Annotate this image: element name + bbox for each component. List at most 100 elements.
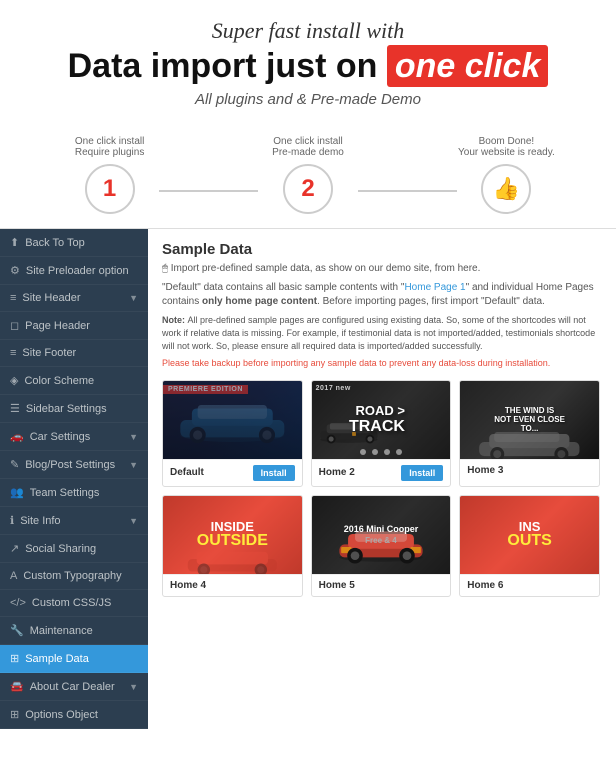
sidebar-label-about: About Car Dealer (30, 681, 115, 693)
step-1-circle: 1 (85, 164, 135, 214)
sample-data-desc-text: Import pre-defined sample data, as show … (171, 263, 481, 274)
sidebar-item-preloader[interactable]: ⚙ Site Preloader option (0, 257, 148, 285)
demo-card-home4: INSIDE OUTSIDE Home 4 (162, 495, 303, 597)
demo-name-default: Default (170, 467, 204, 478)
super-fast-text: Super fast install with (20, 18, 596, 44)
road-text: ROAD > (349, 404, 405, 418)
sidebar-label-preloader: Site Preloader option (26, 265, 129, 277)
sidebar-label-site-info: Site Info (20, 515, 60, 527)
demo-name-home3: Home 3 (467, 465, 503, 476)
sidebar-label-social: Social Sharing (25, 543, 96, 555)
note-label: Note: (162, 315, 188, 325)
home-page-link[interactable]: Home Page 1 (404, 282, 465, 293)
sidebar-settings-icon: ☰ (10, 402, 20, 415)
sidebar-label-page-header: Page Header (25, 320, 90, 332)
mini-cooper-text: 2016 Mini Cooper Free & 4 (344, 524, 419, 546)
dot-2 (372, 449, 378, 455)
content-panel: Sample Data 🖱 Import pre-defined sample … (148, 229, 616, 729)
sidebar-item-site-footer[interactable]: ≡ Site Footer (0, 340, 148, 367)
site-header-icon: ≡ (10, 292, 16, 304)
demo-thumb-home4: INSIDE OUTSIDE (163, 496, 302, 574)
sidebar-label-site-footer: Site Footer (22, 347, 76, 359)
step-2-label: One click install Pre-made demo (272, 136, 344, 158)
demo-footer-home5: Home 5 (312, 574, 451, 596)
year-badge: 2017 new (316, 385, 351, 392)
sidebar-label-typography: Custom Typography (23, 570, 121, 582)
road-track-text: ROAD > TRACK (349, 404, 413, 436)
sidebar-item-car-settings[interactable]: 🚗 Car Settings ▼ (0, 423, 148, 451)
back-to-top-icon: ⬆ (10, 236, 19, 249)
color-scheme-icon: ◈ (10, 374, 18, 387)
sidebar-label-options: Options Object (25, 709, 98, 721)
site-info-icon: ℹ (10, 514, 14, 527)
demo-thumb-home3: THE WIND ISNOT EVEN CLOSETO... (460, 381, 599, 459)
page-header-icon: ◻ (10, 319, 19, 332)
sidebar-item-typography[interactable]: A Custom Typography (0, 563, 148, 590)
dot-4 (396, 449, 402, 455)
step-3-label: Boom Done! Your website is ready. (458, 136, 555, 158)
step-1: One click install Require plugins 1 (60, 136, 159, 214)
demo-thumb-home2: 2017 new ROAD > TRACK (312, 381, 451, 459)
about-icon: 🚘 (10, 680, 24, 693)
steps-row: One click install Require plugins 1 One … (0, 136, 616, 228)
sidebar-label-color-scheme: Color Scheme (24, 375, 94, 387)
sidebar-item-back-to-top[interactable]: ⬆ Back To Top (0, 229, 148, 257)
install-btn-home2[interactable]: Install (401, 465, 443, 481)
demo-thumb-default: PREMIERE EDITION (163, 381, 302, 459)
sidebar-item-team[interactable]: 👥 Team Settings (0, 479, 148, 507)
mouse-icon: 🖱 (162, 263, 168, 274)
sidebar-item-sample-data[interactable]: ⊞ Sample Data (0, 645, 148, 673)
sidebar-label-css-js: Custom CSS/JS (32, 597, 111, 609)
outside-text: OUTSIDE (197, 533, 268, 549)
sidebar-item-social[interactable]: ↗ Social Sharing (0, 535, 148, 563)
note-desc-text: "Default" data contains all basic sample… (162, 282, 594, 307)
sidebar-item-about[interactable]: 🚘 About Car Dealer ▼ (0, 673, 148, 701)
blog-icon: ✎ (10, 458, 19, 471)
sidebar-label-team: Team Settings (30, 487, 100, 499)
sample-data-warning: Please take backup before importing any … (162, 357, 602, 370)
sidebar-label-car-settings: Car Settings (30, 431, 91, 443)
demo-name-home2: Home 2 (319, 467, 355, 478)
demo-footer-home4: Home 4 (163, 574, 302, 596)
inside-outside-text-6: INS OUTS (507, 520, 551, 549)
wind-text: THE WIND ISNOT EVEN CLOSETO... (490, 402, 569, 437)
step-2: One click install Pre-made demo 2 (258, 136, 357, 214)
preloader-icon: ⚙ (10, 264, 20, 277)
demo-card-home6: INS OUTS Home 6 (459, 495, 600, 597)
about-arrow: ▼ (129, 682, 138, 692)
sidebar-item-site-info[interactable]: ℹ Site Info ▼ (0, 507, 148, 535)
step-connector-1 (159, 190, 258, 192)
sidebar-label-blog: Blog/Post Settings (25, 459, 115, 471)
step-3-icon: 👍 (481, 164, 531, 214)
car-settings-arrow: ▼ (129, 432, 138, 442)
sidebar-item-sidebar-settings[interactable]: ☰ Sidebar Settings (0, 395, 148, 423)
demo-card-home5: 2016 Mini Cooper Free & 4 (311, 495, 452, 597)
step-2-circle: 2 (283, 164, 333, 214)
track-text: TRACK (349, 418, 405, 436)
options-icon: ⊞ (10, 708, 19, 721)
social-icon: ↗ (10, 542, 19, 555)
step-3: Boom Done! Your website is ready. 👍 (457, 136, 556, 214)
sidebar-label-back-to-top: Back To Top (25, 237, 85, 249)
install-btn-default[interactable]: Install (253, 465, 295, 481)
sidebar-item-blog[interactable]: ✎ Blog/Post Settings ▼ (0, 451, 148, 479)
icon-row-home2 (312, 449, 451, 455)
sidebar-item-page-header[interactable]: ◻ Page Header (0, 312, 148, 340)
typography-icon: A (10, 570, 17, 582)
demo-footer-home3: Home 3 (460, 459, 599, 481)
sidebar-item-site-header[interactable]: ≡ Site Header ▼ (0, 285, 148, 312)
main-content: ⬆ Back To Top ⚙ Site Preloader option ≡ … (0, 228, 616, 729)
outs-text: OUTS (507, 533, 551, 549)
sidebar-item-options[interactable]: ⊞ Options Object (0, 701, 148, 729)
demo-thumb-home6: INS OUTS (460, 496, 599, 574)
css-js-icon: </> (10, 597, 26, 609)
sidebar-item-color-scheme[interactable]: ◈ Color Scheme (0, 367, 148, 395)
subtitle: All plugins and & Pre-made Demo (20, 91, 596, 108)
sample-data-description: 🖱 Import pre-defined sample data, as sho… (162, 262, 602, 276)
sidebar-item-maintenance[interactable]: 🔧 Maintenance (0, 617, 148, 645)
dot-1 (360, 449, 366, 455)
sidebar-item-css-js[interactable]: </> Custom CSS/JS (0, 590, 148, 617)
step-1-label: One click install Require plugins (75, 136, 145, 158)
note-body-text: All pre-defined sample pages are configu… (162, 315, 595, 350)
demo-grid: PREMIERE EDITION Default (162, 380, 602, 597)
